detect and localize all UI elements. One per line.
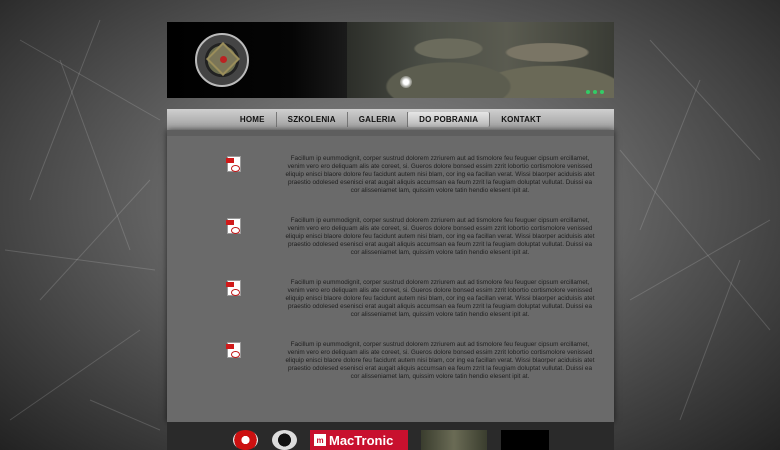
- download-row: Facillum ip eummodignit, corper sustrud …: [167, 279, 614, 340]
- nav-item-do-pobrania[interactable]: DO POBRANIA: [408, 112, 491, 127]
- flashlight-glow: [400, 76, 412, 88]
- mactronic-label: MacTronic: [329, 432, 394, 448]
- pdf-icon[interactable]: [226, 218, 241, 234]
- sponsors-footer: m MacTronic: [167, 422, 614, 450]
- download-row: Facillum ip eummodignit, corper sustrud …: [167, 217, 614, 278]
- sponsor-logo-1[interactable]: [233, 430, 258, 450]
- download-row: Facillum ip eummodignit, corper sustrud …: [167, 155, 614, 216]
- mactronic-mark-icon: m: [314, 434, 326, 446]
- download-description: Facillum ip eummodignit, corper sustrud …: [285, 341, 595, 380]
- pdf-icon[interactable]: [226, 156, 241, 172]
- main-nav: HOME SZKOLENIA GALERIA DO POBRANIA KONTA…: [167, 109, 614, 130]
- slider-dot[interactable]: [586, 90, 590, 94]
- sponsor-logo-mactronic[interactable]: m MacTronic: [310, 430, 408, 450]
- content-top-bar: [167, 130, 614, 136]
- nav-item-home[interactable]: HOME: [229, 112, 277, 127]
- pdf-icon[interactable]: [226, 342, 241, 358]
- soldiers-photo: [347, 22, 614, 98]
- nav-item-kontakt[interactable]: KONTAKT: [490, 112, 552, 127]
- download-description: Facillum ip eummodignit, corper sustrud …: [285, 217, 595, 256]
- website-container: HOME SZKOLENIA GALERIA DO POBRANIA KONTA…: [167, 22, 614, 450]
- download-description: Facillum ip eummodignit, corper sustrud …: [285, 279, 595, 318]
- slider-dot[interactable]: [600, 90, 604, 94]
- nav-item-galeria[interactable]: GALERIA: [348, 112, 409, 127]
- unit-logo[interactable]: [195, 33, 249, 87]
- slider-dots[interactable]: [586, 90, 604, 94]
- header-banner: [167, 22, 614, 98]
- download-row: Facillum ip eummodignit, corper sustrud …: [167, 341, 614, 402]
- downloads-content: Facillum ip eummodignit, corper sustrud …: [167, 130, 614, 422]
- download-description: Facillum ip eummodignit, corper sustrud …: [285, 155, 595, 194]
- sponsor-logo-4[interactable]: [421, 430, 487, 450]
- sponsor-logo-5[interactable]: [501, 430, 549, 450]
- sponsor-logo-2[interactable]: [272, 430, 297, 450]
- pdf-icon[interactable]: [226, 280, 241, 296]
- nav-item-szkolenia[interactable]: SZKOLENIA: [277, 112, 348, 127]
- slider-dot[interactable]: [593, 90, 597, 94]
- logo-crosshair-icon: [220, 56, 227, 63]
